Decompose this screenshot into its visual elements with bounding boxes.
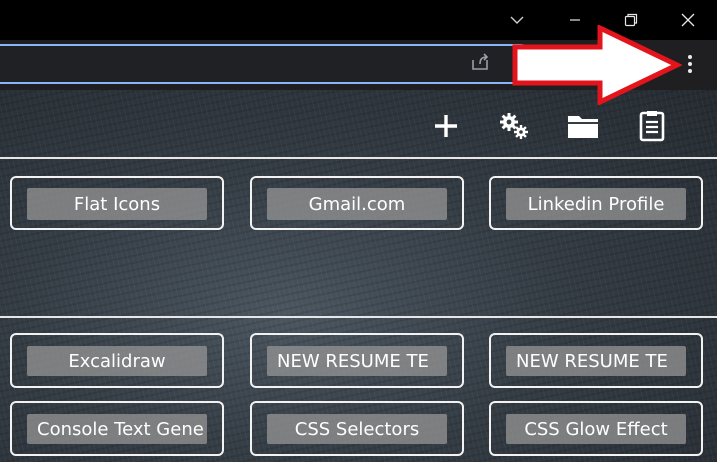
shortcut-gmail[interactable]: Gmail.com xyxy=(250,176,464,230)
shortcut-label: Excalidraw xyxy=(27,346,207,376)
add-shortcut-button[interactable] xyxy=(428,108,464,144)
divider xyxy=(0,157,717,159)
shortcut-css-glow[interactable]: CSS Glow Effect xyxy=(489,401,703,456)
shortcut-console-text[interactable]: Console Text Gene xyxy=(10,401,224,456)
vertical-dots-icon xyxy=(688,55,692,59)
shortcut-label: NEW RESUME TE xyxy=(267,346,447,376)
share-icon[interactable] xyxy=(468,50,492,74)
shortcut-new-resume-1[interactable]: NEW RESUME TE xyxy=(250,333,464,388)
shortcut-label: NEW RESUME TE xyxy=(506,346,686,376)
annotation-arrow xyxy=(512,25,682,105)
close-icon xyxy=(681,13,695,27)
chevron-down-icon xyxy=(510,16,524,24)
shortcut-excalidraw[interactable]: Excalidraw xyxy=(10,333,224,388)
plus-icon xyxy=(435,115,457,137)
shortcut-css-selectors[interactable]: CSS Selectors xyxy=(250,401,464,456)
clipboard-icon xyxy=(639,111,665,142)
folder-icon xyxy=(568,116,598,138)
shortcut-label: Linkedin Profile xyxy=(506,188,686,220)
shortcut-label: CSS Selectors xyxy=(267,414,447,444)
notes-button[interactable] xyxy=(634,108,670,144)
shortcut-label: CSS Glow Effect xyxy=(506,414,686,444)
settings-button[interactable] xyxy=(496,108,532,144)
folder-button[interactable] xyxy=(565,108,601,144)
address-bar[interactable] xyxy=(0,44,540,84)
gears-icon xyxy=(500,113,528,139)
shortcut-label: Gmail.com xyxy=(267,188,447,220)
new-tab-page: Flat Icons Gmail.com Linkedin Profile Ex… xyxy=(0,90,717,462)
shortcut-label: Console Text Gene xyxy=(27,414,207,444)
shortcut-linkedin[interactable]: Linkedin Profile xyxy=(489,176,703,230)
shortcut-new-resume-2[interactable]: NEW RESUME TE xyxy=(489,333,703,388)
shortcut-label: Flat Icons xyxy=(27,188,207,220)
divider xyxy=(0,316,717,318)
shortcut-flat-icons[interactable]: Flat Icons xyxy=(10,176,224,230)
